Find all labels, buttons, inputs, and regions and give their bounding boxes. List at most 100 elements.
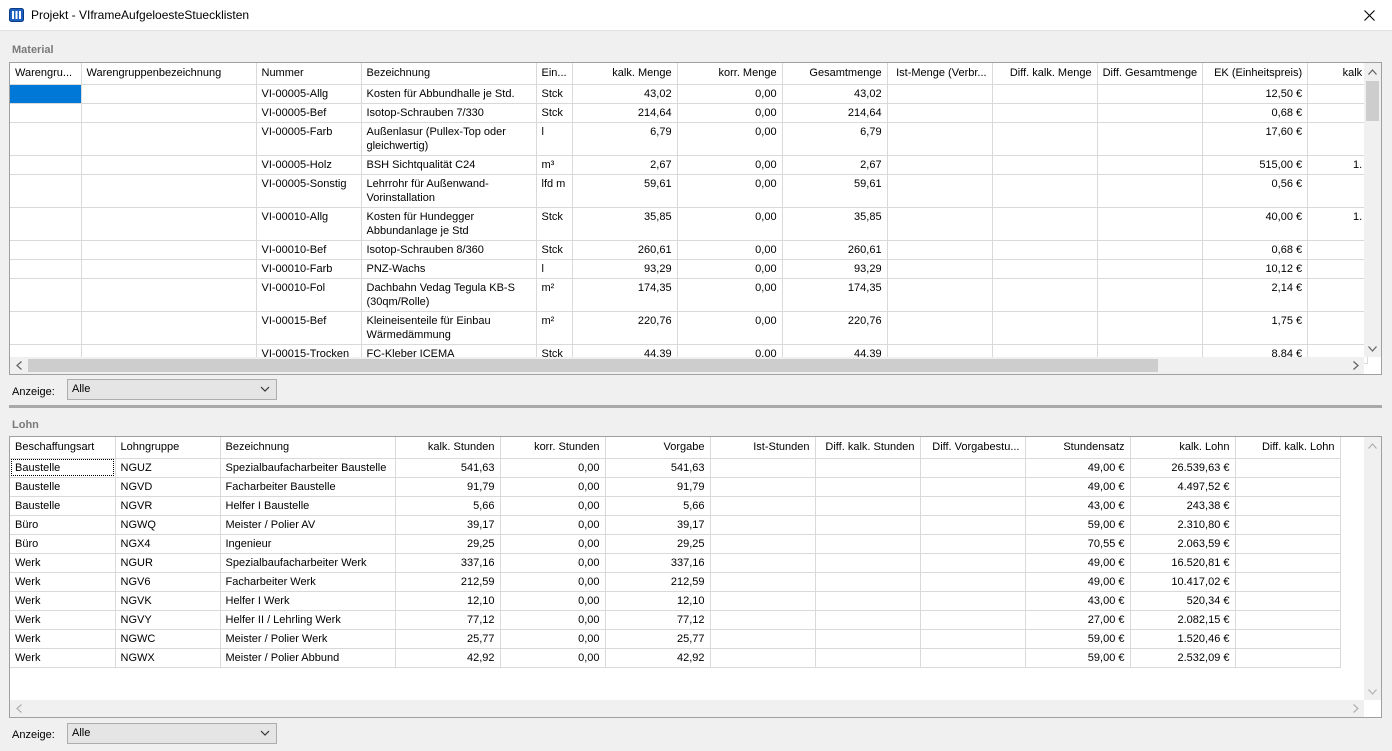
table-cell[interactable] xyxy=(992,84,1098,104)
table-cell[interactable] xyxy=(1097,207,1204,241)
table-cell[interactable]: Spezialbaufacharbeiter Baustelle xyxy=(220,458,396,478)
table-cell[interactable] xyxy=(10,103,82,123)
table-cell[interactable]: 2,67 xyxy=(572,155,678,175)
table-cell[interactable]: Meister / Polier Werk xyxy=(220,629,396,649)
table-cell[interactable]: 520,34 € xyxy=(1130,591,1236,611)
table-cell[interactable]: Helfer II / Lehrling Werk xyxy=(220,610,396,630)
table-cell[interactable]: PNZ-Wachs xyxy=(361,259,537,279)
table-cell[interactable]: Isotop-Schrauben 8/360 xyxy=(361,240,537,260)
table-cell[interactable]: Stck xyxy=(536,103,573,123)
table-cell[interactable] xyxy=(920,553,1026,573)
table-cell[interactable]: 77,12 xyxy=(605,610,711,630)
table-cell[interactable] xyxy=(992,103,1098,123)
table-cell[interactable] xyxy=(1307,174,1369,208)
table-cell[interactable]: 5,66 xyxy=(395,496,501,516)
scroll-left-button[interactable] xyxy=(10,700,27,717)
table-cell[interactable] xyxy=(992,207,1098,241)
lohn-column-header[interactable]: Lohngruppe xyxy=(115,437,221,459)
table-cell[interactable]: NGV6 xyxy=(115,572,221,592)
table-cell[interactable]: VI-00015-Bef xyxy=(256,311,362,345)
lohn-column-header[interactable]: Diff. Vorgabestu... xyxy=(920,437,1026,459)
table-cell[interactable]: Baustelle xyxy=(10,496,116,516)
table-cell[interactable] xyxy=(815,572,921,592)
table-cell[interactable] xyxy=(920,458,1026,478)
table-cell[interactable] xyxy=(81,240,257,260)
table-cell[interactable]: 0,00 xyxy=(500,572,606,592)
table-cell[interactable]: Werk xyxy=(10,591,116,611)
table-cell[interactable] xyxy=(1097,122,1204,156)
table-cell[interactable]: 12,50 € xyxy=(1202,84,1309,104)
table-cell[interactable] xyxy=(920,572,1026,592)
table-cell[interactable]: 59,00 € xyxy=(1025,629,1131,649)
table-cell[interactable]: Werk xyxy=(10,629,116,649)
material-column-header[interactable]: korr. Menge xyxy=(677,63,783,85)
table-cell[interactable]: Baustelle xyxy=(10,477,116,497)
table-cell[interactable]: VI-00010-Farb xyxy=(256,259,362,279)
table-cell[interactable]: Werk xyxy=(10,648,116,668)
table-cell[interactable]: 10,12 € xyxy=(1202,259,1309,279)
table-cell[interactable]: Ingenieur xyxy=(220,534,396,554)
table-cell[interactable] xyxy=(992,259,1098,279)
table-cell[interactable]: VI-00010-Bef xyxy=(256,240,362,260)
material-column-header[interactable]: Ist-Menge (Verbr... xyxy=(887,63,993,85)
table-cell[interactable]: 0,68 € xyxy=(1202,103,1309,123)
table-cell[interactable]: VI-00005-Sonstig xyxy=(256,174,362,208)
table-cell[interactable]: 4.497,52 € xyxy=(1130,477,1236,497)
scroll-thumb[interactable] xyxy=(28,359,1158,372)
table-cell[interactable]: 2.532,09 € xyxy=(1130,648,1236,668)
table-cell[interactable] xyxy=(1235,534,1341,554)
table-cell[interactable]: 93,29 xyxy=(572,259,678,279)
table-cell[interactable]: 35,85 xyxy=(572,207,678,241)
table-row[interactable]: Werk NGUR Spezialbaufacharbeiter Werk 337,1… xyxy=(10,553,1341,573)
table-cell[interactable]: 0,00 xyxy=(677,278,783,312)
table-row[interactable]: Baustelle NGUZ Spezialbaufacharbeiter Baus… xyxy=(10,458,1341,478)
table-cell[interactable]: 49,00 € xyxy=(1025,477,1131,497)
table-cell[interactable]: 6,79 xyxy=(572,122,678,156)
table-row[interactable]: Werk NGV6 Facharbeiter Werk 212,59 0,00 212,5… xyxy=(10,572,1341,592)
table-cell[interactable] xyxy=(1097,259,1204,279)
table-cell[interactable] xyxy=(81,278,257,312)
table-cell[interactable]: 93,29 xyxy=(782,259,888,279)
table-cell[interactable] xyxy=(920,477,1026,497)
lohn-column-header[interactable]: kalk. Lohn xyxy=(1130,437,1236,459)
table-cell[interactable]: 39,17 xyxy=(605,515,711,535)
table-cell[interactable]: 26.539,63 € xyxy=(1130,458,1236,478)
table-cell[interactable]: 40,00 € xyxy=(1202,207,1309,241)
table-cell[interactable]: Meister / Polier Abbund xyxy=(220,648,396,668)
material-column-header[interactable]: Gesamtmenge xyxy=(782,63,888,85)
material-column-header[interactable]: kalk xyxy=(1307,63,1369,85)
table-cell[interactable] xyxy=(815,553,921,573)
table-cell[interactable]: 5,66 xyxy=(605,496,711,516)
table-cell[interactable]: Lehrrohr für Außenwand-Vorinstallation xyxy=(361,174,537,208)
table-cell[interactable]: 220,76 xyxy=(572,311,678,345)
table-cell[interactable]: 29,25 xyxy=(395,534,501,554)
table-cell[interactable]: VI-00005-Farb xyxy=(256,122,362,156)
table-cell[interactable]: 49,00 € xyxy=(1025,458,1131,478)
table-cell[interactable]: 0,00 xyxy=(500,515,606,535)
table-cell[interactable]: Außenlasur (Pullex-Top oder gleichwertig… xyxy=(361,122,537,156)
table-cell[interactable] xyxy=(887,207,993,241)
table-cell[interactable] xyxy=(920,591,1026,611)
table-cell[interactable]: 1. xyxy=(1307,207,1369,241)
table-cell[interactable]: 174,35 xyxy=(572,278,678,312)
table-cell[interactable] xyxy=(815,458,921,478)
table-cell[interactable]: Facharbeiter Baustelle xyxy=(220,477,396,497)
table-cell[interactable] xyxy=(992,240,1098,260)
table-cell[interactable] xyxy=(10,311,82,345)
table-cell[interactable]: 0,56 € xyxy=(1202,174,1309,208)
table-cell[interactable]: NGWC xyxy=(115,629,221,649)
table-cell[interactable]: Dachbahn Vedag Tegula KB-S (30qm/Rolle) xyxy=(361,278,537,312)
table-cell[interactable]: 212,59 xyxy=(395,572,501,592)
table-cell[interactable] xyxy=(1235,591,1341,611)
table-cell[interactable] xyxy=(10,174,82,208)
section-splitter[interactable] xyxy=(9,405,1382,408)
table-cell[interactable]: 541,63 xyxy=(395,458,501,478)
table-cell[interactable]: 0,00 xyxy=(500,458,606,478)
table-cell[interactable] xyxy=(815,534,921,554)
table-cell[interactable]: 39,17 xyxy=(395,515,501,535)
table-cell[interactable]: 25,77 xyxy=(395,629,501,649)
table-cell[interactable]: 1.520,46 € xyxy=(1130,629,1236,649)
table-cell[interactable] xyxy=(10,155,82,175)
table-cell[interactable] xyxy=(815,591,921,611)
table-cell[interactable] xyxy=(1307,122,1369,156)
